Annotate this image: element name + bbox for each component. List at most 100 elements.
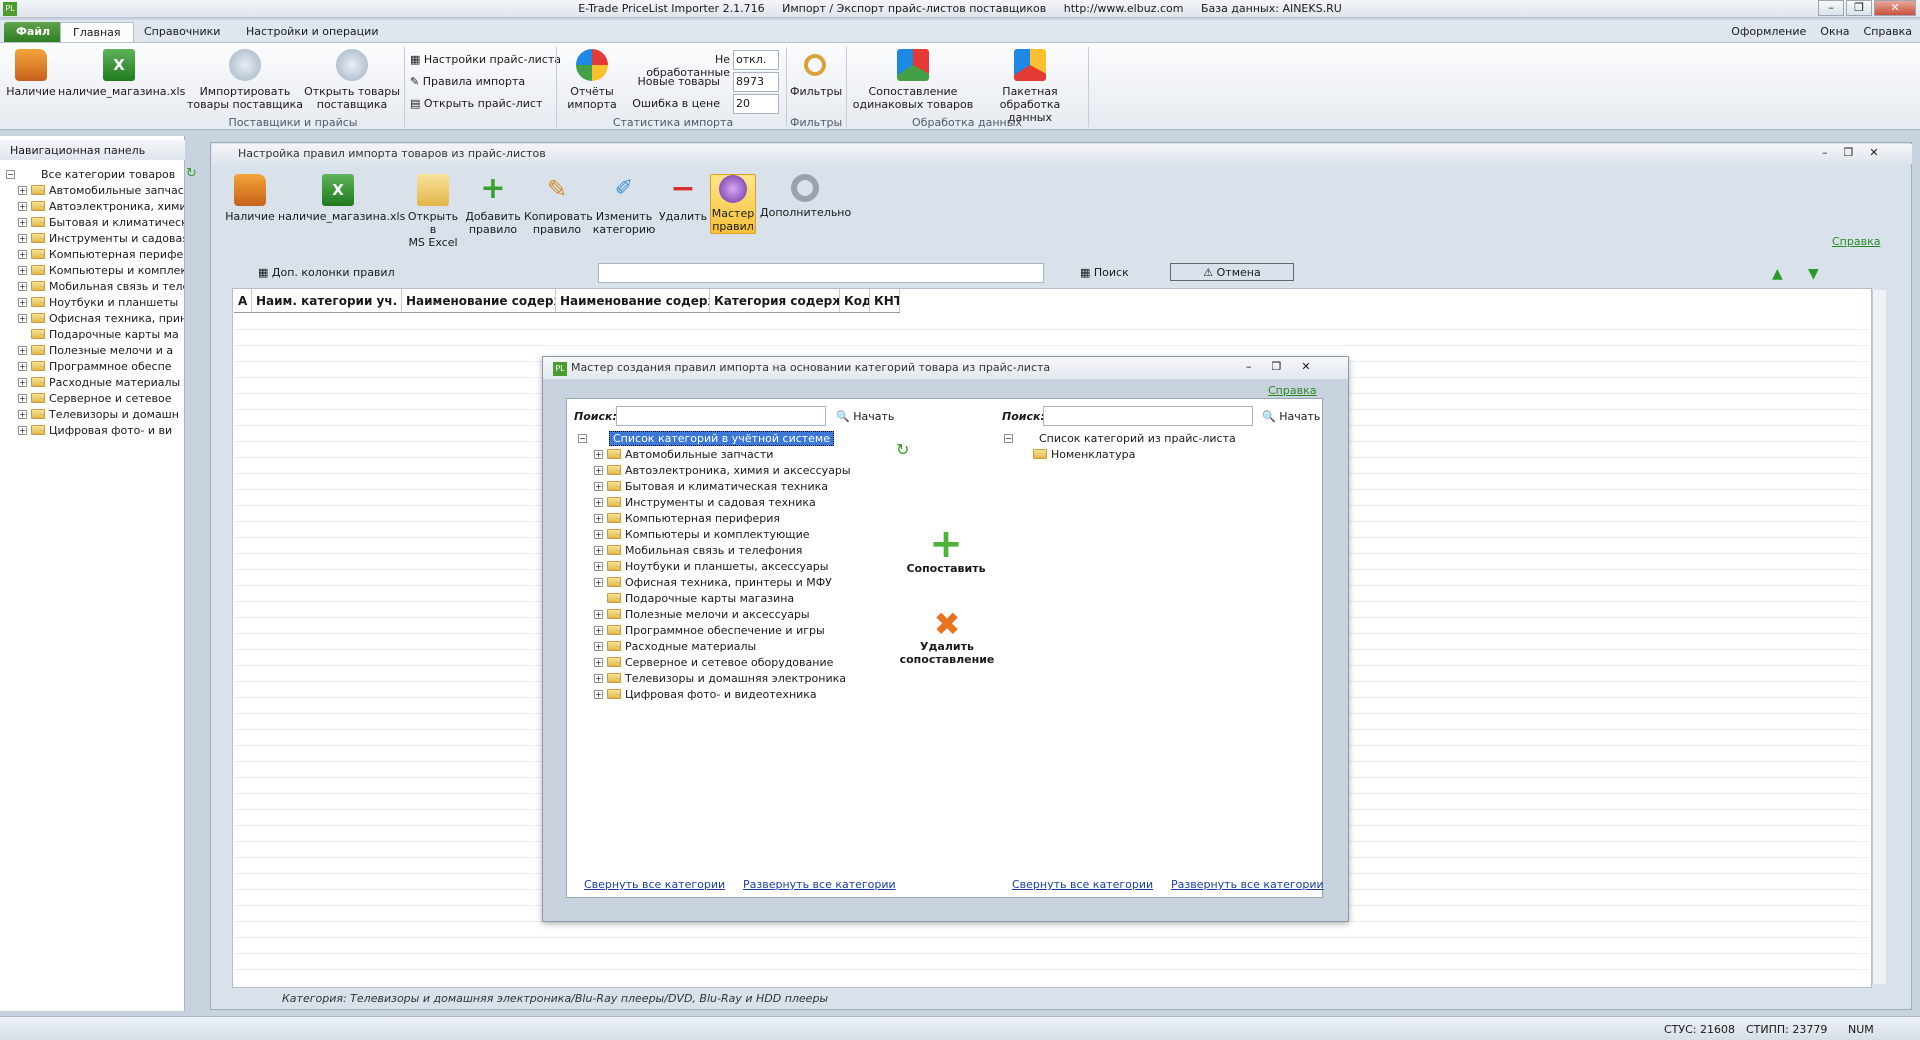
nav-category-item[interactable]: + Автомобильные запчасти xyxy=(18,182,184,198)
column-header[interactable]: Наим. категории уч. системы xyxy=(252,289,402,312)
collapse-icon[interactable]: − xyxy=(6,169,15,179)
nav-category-item[interactable]: + Ноутбуки и планшеты xyxy=(18,294,184,310)
left-category-item[interactable]: + Телевизоры и домашняя электроника xyxy=(594,670,858,686)
help-menu[interactable]: Справка xyxy=(1864,25,1912,38)
nav-category-item[interactable]: + Инструменты и садовая xyxy=(18,230,184,246)
open-supplier-button[interactable]: Открыть товары поставщика xyxy=(304,49,400,111)
nav-category-item[interactable]: + Бытовая и климатическая xyxy=(18,214,184,230)
column-header[interactable]: Категория содержит №1 xyxy=(710,289,840,312)
left-category-item[interactable]: + Офисная техника, принтеры и МФУ xyxy=(594,574,858,590)
left-category-item[interactable]: + Программное обеспечение и игры xyxy=(594,622,858,638)
expand-icon[interactable]: + xyxy=(18,425,27,435)
collapse-icon[interactable]: − xyxy=(578,433,587,443)
unmatch-button[interactable]: ✖ Удалить сопоставление xyxy=(892,608,1002,666)
expand-icon[interactable]: + xyxy=(594,465,603,475)
expand-icon[interactable]: + xyxy=(18,377,27,387)
arrow-down-icon[interactable]: ▼ xyxy=(1808,266,1819,282)
restore-icon[interactable]: ❐ xyxy=(1844,146,1854,159)
column-header[interactable]: А xyxy=(234,289,252,312)
nav-category-item[interactable]: + Расходные материалы xyxy=(18,374,184,390)
expand-icon[interactable]: + xyxy=(594,673,603,683)
open-pl-button[interactable]: ▤ Открыть прайс-лист xyxy=(410,97,542,110)
right-expand-link[interactable]: Развернуть все категории xyxy=(1171,878,1324,891)
expand-icon[interactable]: + xyxy=(18,409,27,419)
expand-icon[interactable]: + xyxy=(594,689,603,699)
pl-settings-button[interactable]: ▦ Настройки прайс-листа xyxy=(410,53,561,66)
expand-icon[interactable]: + xyxy=(594,449,603,459)
theme-menu[interactable]: Оформление xyxy=(1731,25,1806,38)
left-category-item[interactable]: + Расходные материалы xyxy=(594,638,858,654)
left-category-item[interactable]: + Серверное и сетевое оборудование xyxy=(594,654,858,670)
left-category-item[interactable]: + Автомобильные запчасти xyxy=(594,446,858,462)
delete-button[interactable]: − Удалить xyxy=(658,174,708,224)
left-category-item[interactable]: + Автоэлектроника, химия и аксессуары xyxy=(594,462,858,478)
rules-help-link[interactable]: Справка xyxy=(1832,235,1880,248)
expand-icon[interactable]: + xyxy=(18,233,27,243)
expand-icon[interactable]: + xyxy=(594,513,603,523)
expand-icon[interactable]: + xyxy=(18,345,27,355)
more-button[interactable]: Дополнительно xyxy=(760,174,851,219)
grid-scrollbar[interactable] xyxy=(1872,290,1886,984)
match-button[interactable]: + Сопоставить xyxy=(898,524,994,575)
column-header[interactable]: Наименование содержит №1 xyxy=(402,289,556,312)
left-category-item[interactable]: + Цифровая фото- и видеотехника xyxy=(594,686,858,702)
right-search-input[interactable] xyxy=(1043,406,1253,426)
minimize-icon[interactable]: – xyxy=(1822,146,1828,159)
stat-unprocessed-value[interactable]: откл. xyxy=(733,50,779,70)
arrow-up-icon[interactable]: ▲ xyxy=(1772,266,1783,282)
minimize-icon[interactable]: – xyxy=(1246,360,1252,373)
nav-category-item[interactable]: + Полезные мелочи и а xyxy=(18,342,184,358)
tb-nalichie-button[interactable]: Наличие xyxy=(222,174,278,223)
expand-icon[interactable]: + xyxy=(18,185,27,195)
compare-button[interactable]: Сопоставление одинаковых товаров xyxy=(852,49,974,111)
right-tree-root[interactable]: − Список категорий из прайс-листа xyxy=(1004,430,1284,446)
nav-category-item[interactable]: + Офисная техника, прин xyxy=(18,310,184,326)
windows-menu[interactable]: Окна xyxy=(1820,25,1849,38)
expand-icon[interactable]: + xyxy=(594,545,603,555)
column-header[interactable]: Наименование содержит №2 xyxy=(556,289,710,312)
nav-category-item[interactable]: Подарочные карты ма xyxy=(18,326,184,342)
left-start-button[interactable]: 🔍 Начать xyxy=(836,410,894,423)
batch-button[interactable]: Пакетная обработка данных xyxy=(978,49,1082,124)
xls-button[interactable]: X наличие_магазина.xls xyxy=(58,49,185,98)
expand-icon[interactable]: + xyxy=(18,281,27,291)
right-category-item[interactable]: Номенклатура xyxy=(1020,446,1284,462)
wizard-help-link[interactable]: Справка xyxy=(1268,384,1316,397)
expand-icon[interactable]: + xyxy=(18,201,27,211)
nav-category-item[interactable]: + Цифровая фото- и ви xyxy=(18,422,184,438)
expand-icon[interactable]: + xyxy=(18,393,27,403)
nav-category-item[interactable]: + Серверное и сетевое xyxy=(18,390,184,406)
right-start-button[interactable]: 🔍 Начать xyxy=(1262,410,1320,423)
expand-icon[interactable]: + xyxy=(594,481,603,491)
left-category-item[interactable]: + Бытовая и климатическая техника xyxy=(594,478,858,494)
left-category-item[interactable]: + Компьютерная периферия xyxy=(594,510,858,526)
add-rule-button[interactable]: + Добавить правило xyxy=(464,174,522,237)
tab-settings[interactable]: Настройки и операции xyxy=(234,22,390,42)
nav-category-item[interactable]: + Компьютеры и комплект. xyxy=(18,262,184,278)
nalichie-button[interactable]: Наличие xyxy=(6,49,56,98)
expand-icon[interactable]: + xyxy=(594,561,603,571)
search-button[interactable]: ▦ Поиск xyxy=(1080,266,1129,279)
reports-button[interactable]: Отчёты импорта xyxy=(562,49,622,111)
right-collapse-link[interactable]: Свернуть все категории xyxy=(1012,878,1153,891)
expand-icon[interactable]: + xyxy=(594,609,603,619)
refresh-icon[interactable]: ↻ xyxy=(186,166,200,181)
column-header[interactable]: КНТ xyxy=(870,289,900,312)
master-rules-button[interactable]: Мастер правил xyxy=(710,174,756,234)
close-button[interactable]: ✕ xyxy=(1874,0,1916,16)
left-collapse-link[interactable]: Свернуть все категории xyxy=(584,878,725,891)
tab-main[interactable]: Главная xyxy=(60,22,134,42)
import-supplier-button[interactable]: Импортировать товары поставщика xyxy=(186,49,304,111)
nav-category-item[interactable]: + Телевизоры и домашн xyxy=(18,406,184,422)
nav-category-item[interactable]: + Компьютерная периферия xyxy=(18,246,184,262)
app-url[interactable]: http://www.elbuz.com xyxy=(1064,2,1184,15)
cancel-button[interactable]: ⚠ Отмена xyxy=(1170,263,1294,281)
left-expand-link[interactable]: Развернуть все категории xyxy=(743,878,896,891)
left-category-item[interactable]: + Компьютеры и комплектующие xyxy=(594,526,858,542)
rules-search-input[interactable] xyxy=(598,263,1044,283)
expand-icon[interactable]: + xyxy=(18,249,27,259)
expand-icon[interactable]: + xyxy=(594,497,603,507)
left-tree-root[interactable]: − Список категорий в учётной системе xyxy=(578,430,858,446)
column-header[interactable]: Код xyxy=(840,289,870,312)
expand-icon[interactable]: + xyxy=(594,657,603,667)
